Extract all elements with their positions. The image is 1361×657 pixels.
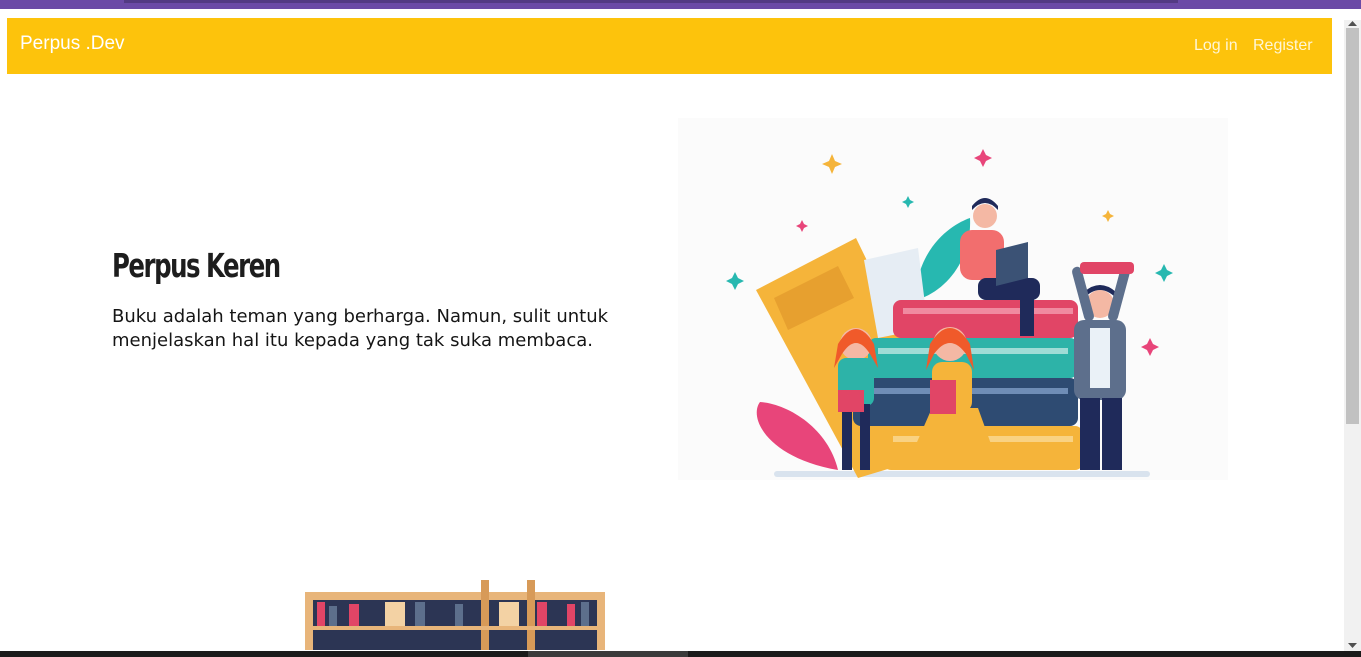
brand-link[interactable]: Perpus .Dev [20,33,125,55]
scroll-down-arrow-icon[interactable] [1348,641,1357,649]
bottom-edge-segment [528,651,688,657]
bottom-edge-bar [0,651,1361,657]
hero-description: Buku adalah teman yang berharga. Namun, … [112,306,609,351]
hero-title: Perpus Keren [112,246,281,285]
scrollbar-thumb[interactable] [1346,28,1359,424]
vertical-scrollbar[interactable] [1344,20,1361,651]
bookshelf-illustration [305,580,605,650]
scroll-up-arrow-icon[interactable] [1348,20,1357,28]
login-link[interactable]: Log in [1194,37,1238,55]
hero-illustration [678,118,1228,480]
browser-top-strip [0,0,1361,9]
register-link[interactable]: Register [1253,37,1313,55]
browser-top-strip-shadow [124,0,1178,3]
navbar: Perpus .Dev Log in Register [7,18,1332,74]
